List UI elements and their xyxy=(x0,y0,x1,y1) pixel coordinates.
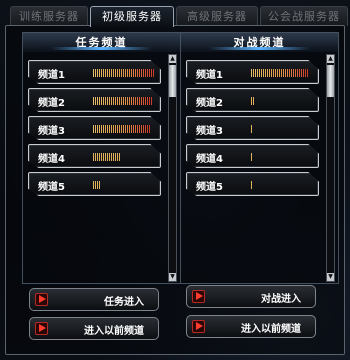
triangle-down-icon[interactable]: ▼ xyxy=(327,273,334,281)
load-bar-fill xyxy=(93,153,121,161)
channel-row[interactable]: 频道2 xyxy=(28,88,161,112)
battle-channel-panel: 对战频道 频道1 频道2 频道3 频道4 频道5 ▲ ▼ xyxy=(180,32,339,284)
header-glow xyxy=(209,47,310,50)
mission-rejoin-previous-button[interactable]: 进入以前频道 xyxy=(29,317,159,340)
channel-row[interactable]: 频道4 xyxy=(28,144,161,168)
channel-scrollbar[interactable]: ▲ ▼ xyxy=(168,54,177,282)
channel-row[interactable]: 频道1 xyxy=(28,60,161,84)
channel-label: 频道5 xyxy=(196,182,223,193)
load-bar xyxy=(93,125,155,133)
channel-label: 频道4 xyxy=(38,154,65,165)
load-bar-fill xyxy=(251,181,253,189)
channel-row[interactable]: 频道1 xyxy=(186,60,319,84)
battle-rejoin-previous-button[interactable]: 进入以前频道 xyxy=(186,315,316,338)
channel-label: 频道5 xyxy=(38,182,65,193)
channel-row[interactable]: 频道5 xyxy=(28,172,161,196)
red-play-icon xyxy=(35,322,48,335)
channel-label: 频道3 xyxy=(38,126,65,137)
button-label: 进入以前频道 xyxy=(84,326,144,337)
triangle-down-icon[interactable]: ▼ xyxy=(169,273,176,281)
load-bar-fill xyxy=(93,97,152,105)
load-bar xyxy=(251,125,313,133)
battle-enter-button[interactable]: 对战进入 xyxy=(186,285,316,308)
triangle-up-icon[interactable]: ▲ xyxy=(169,55,176,63)
mission-enter-button[interactable]: 任务进入 xyxy=(29,288,159,311)
channel-row[interactable]: 频道3 xyxy=(28,116,161,140)
tab-beginner-server[interactable]: 初级服务器 xyxy=(90,6,174,27)
tab-guild-war-server[interactable]: 公会战服务器 xyxy=(260,6,348,26)
load-bar xyxy=(93,97,155,105)
red-play-icon xyxy=(35,293,48,306)
button-label: 任务进入 xyxy=(104,297,144,308)
channel-row[interactable]: 频道4 xyxy=(186,144,319,168)
button-label: 进入以前频道 xyxy=(241,324,301,335)
load-bar-fill xyxy=(93,181,100,189)
load-bar-fill xyxy=(251,97,255,105)
button-label: 对战进入 xyxy=(261,294,301,305)
channel-row[interactable]: 频道5 xyxy=(186,172,319,196)
server-tabs: 训练服务器 初级服务器 高级服务器 公会战服务器 xyxy=(0,6,350,27)
red-play-icon xyxy=(192,320,205,333)
scroll-thumb[interactable] xyxy=(169,65,176,97)
channel-label: 频道4 xyxy=(196,154,223,165)
load-bar-fill xyxy=(93,125,150,133)
load-bar xyxy=(251,69,313,77)
scroll-thumb[interactable] xyxy=(327,65,334,97)
red-play-icon xyxy=(192,290,205,303)
load-bar xyxy=(93,181,155,189)
channel-label: 频道2 xyxy=(196,98,223,109)
header-glow xyxy=(51,47,152,50)
load-bar-fill xyxy=(251,125,253,133)
load-bar-fill xyxy=(93,69,154,77)
load-bar xyxy=(251,97,313,105)
channel-label: 频道2 xyxy=(38,98,65,109)
load-bar-fill xyxy=(251,153,253,161)
channel-label: 频道1 xyxy=(38,70,65,81)
load-bar xyxy=(93,153,155,161)
load-bar-fill xyxy=(251,69,309,77)
channel-row[interactable]: 频道2 xyxy=(186,88,319,112)
channel-scrollbar[interactable]: ▲ ▼ xyxy=(326,54,335,282)
load-bar xyxy=(251,153,313,161)
load-bar xyxy=(251,181,313,189)
tab-advanced-server[interactable]: 高级服务器 xyxy=(176,6,258,26)
triangle-up-icon[interactable]: ▲ xyxy=(327,55,334,63)
mission-channel-panel: 任务频道 频道1 频道2 频道3 频道4 频道5 ▲ ▼ xyxy=(22,32,181,284)
load-bar xyxy=(93,69,155,77)
channel-label: 频道1 xyxy=(196,70,223,81)
channel-row[interactable]: 频道3 xyxy=(186,116,319,140)
channel-label: 频道3 xyxy=(196,126,223,137)
tab-training-server[interactable]: 训练服务器 xyxy=(10,6,88,26)
